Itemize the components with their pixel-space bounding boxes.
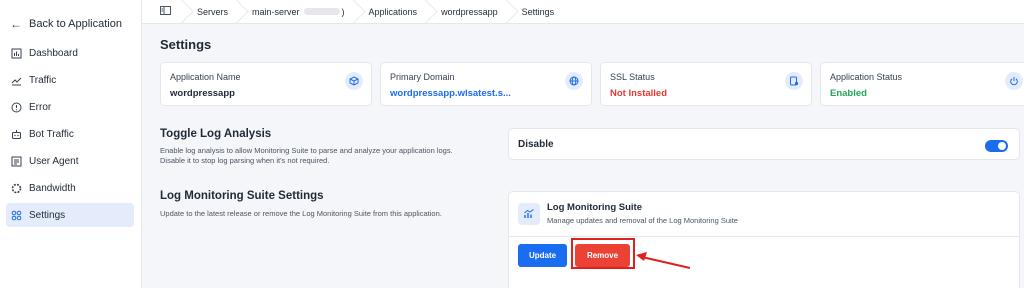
- description-line: Enable log analysis to allow Monitoring …: [160, 146, 453, 155]
- breadcrumb-label: main-server: [252, 6, 300, 17]
- breadcrumb-settings: Settings: [510, 0, 567, 24]
- panel-icon: [160, 6, 171, 17]
- log-suite-description: Update to the latest release or remove t…: [160, 209, 442, 218]
- toggle-log-description: Enable log analysis to allow Monitoring …: [160, 146, 500, 166]
- ssl-icon: [785, 72, 803, 90]
- traffic-icon: [11, 75, 22, 86]
- log-suite-card-title: Log Monitoring Suite: [547, 202, 642, 213]
- breadcrumb-label: Applications: [368, 6, 418, 17]
- back-to-application-link[interactable]: ← Back to Application: [0, 14, 141, 34]
- primary-domain-link[interactable]: wordpressapp.wlsatest.s...: [390, 88, 591, 99]
- remove-button[interactable]: Remove: [575, 244, 630, 267]
- page-title: Settings: [160, 37, 212, 52]
- user-agent-icon: [11, 156, 22, 167]
- sidebar-item-label: Traffic: [29, 74, 57, 86]
- primary-domain-card: Primary Domain wordpressapp.wlsatest.s..…: [380, 62, 592, 106]
- breadcrumb-label: Servers: [197, 6, 229, 17]
- sidebar-item-error[interactable]: Error: [6, 95, 134, 119]
- sidebar-item-user-agent[interactable]: User Agent: [6, 149, 134, 173]
- bandwidth-icon: [11, 183, 22, 194]
- sidebar-item-label: Dashboard: [29, 47, 78, 59]
- sidebar-item-dashboard[interactable]: Dashboard: [6, 41, 134, 65]
- toggle-log-title: Toggle Log Analysis: [160, 128, 272, 140]
- application-status-card: Application Status Enabled: [820, 62, 1024, 106]
- back-link-label: Back to Application: [29, 18, 122, 30]
- arrow-left-icon: ←: [10, 17, 22, 31]
- cube-icon: [345, 72, 363, 90]
- sidebar-item-bot-traffic[interactable]: Bot Traffic: [6, 122, 134, 146]
- card-label: SSL Status: [610, 72, 655, 82]
- sidebar-item-label: User Agent: [29, 155, 79, 167]
- power-icon: [1005, 72, 1023, 90]
- redacted-text: [303, 8, 340, 15]
- breadcrumb-servers[interactable]: Servers: [185, 0, 240, 24]
- log-suite-card-subtitle: Manage updates and removal of the Log Mo…: [547, 216, 738, 225]
- breadcrumb-label: Settings: [521, 6, 555, 17]
- dashboard-icon: [11, 48, 22, 59]
- breadcrumb-suffix: ): [341, 6, 345, 17]
- log-suite-card: Log Monitoring Suite Manage updates and …: [508, 191, 1020, 288]
- sidebar-item-traffic[interactable]: Traffic: [6, 68, 134, 92]
- breadcrumb: Servers main-server ) Applications wordp…: [142, 0, 1024, 24]
- toggle-log-card: Disable: [508, 128, 1020, 160]
- card-value: wordpressapp: [170, 88, 235, 99]
- description-line: Disable it to stop log parsing when it's…: [160, 156, 330, 165]
- toggle-label: Disable: [518, 139, 554, 150]
- log-suite-title: Log Monitoring Suite Settings: [160, 190, 324, 202]
- sidebar-item-label: Error: [29, 101, 52, 113]
- log-analysis-toggle[interactable]: [985, 140, 1008, 152]
- application-name-card: Application Name wordpressapp: [160, 62, 372, 106]
- sidebar-item-label: Settings: [29, 209, 66, 221]
- breadcrumb-application[interactable]: wordpressapp: [429, 0, 510, 24]
- breadcrumb-server[interactable]: main-server ): [240, 0, 357, 24]
- card-label: Primary Domain: [390, 72, 455, 82]
- error-icon: [11, 102, 22, 113]
- sidebar: ← Back to Application Dashboard Traffic …: [0, 0, 142, 288]
- toggle-knob: [998, 142, 1006, 150]
- update-button[interactable]: Update: [518, 244, 567, 267]
- card-label: Application Name: [170, 72, 241, 82]
- sidebar-item-label: Bandwidth: [29, 182, 76, 194]
- divider: [509, 236, 1019, 237]
- analytics-icon: [518, 203, 540, 225]
- ssl-status-card: SSL Status Not Installed: [600, 62, 812, 106]
- breadcrumb-label: wordpressapp: [441, 6, 498, 17]
- sidebar-toggle[interactable]: [142, 0, 185, 24]
- info-cards: Application Name wordpressapp Primary Do…: [160, 62, 1024, 106]
- card-value: Not Installed: [610, 88, 668, 99]
- globe-icon: [565, 72, 583, 90]
- sidebar-item-settings[interactable]: Settings: [6, 203, 134, 227]
- settings-icon: [11, 210, 22, 221]
- card-value: Enabled: [830, 88, 867, 99]
- breadcrumb-applications[interactable]: Applications: [357, 0, 430, 24]
- sidebar-item-label: Bot Traffic: [29, 128, 74, 140]
- card-label: Application Status: [830, 72, 903, 82]
- sidebar-item-bandwidth[interactable]: Bandwidth: [6, 176, 134, 200]
- annotation-arrow-icon: [636, 252, 691, 269]
- bot-icon: [11, 129, 22, 140]
